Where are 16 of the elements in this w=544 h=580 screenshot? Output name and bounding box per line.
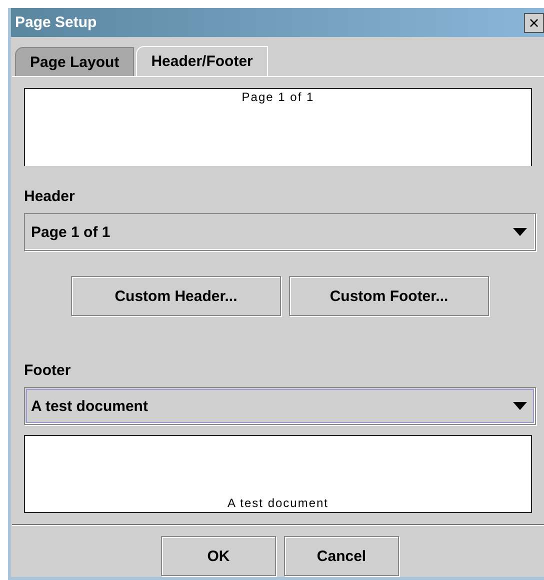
custom-button[interactable]: Custom Header... (71, 276, 281, 316)
window-title: Page Setup (15, 14, 97, 31)
dialog-button[interactable]: Cancel (284, 536, 399, 576)
custom-button[interactable]: Custom Footer... (289, 276, 489, 316)
dropdown[interactable]: Page 1 of 1 (24, 213, 536, 251)
dropdown[interactable]: A test document (24, 387, 536, 425)
tab[interactable]: Page Layout (15, 47, 134, 76)
field-label: Footer (24, 362, 72, 379)
dialog-button[interactable]: OK (161, 536, 276, 576)
caret-icon (513, 402, 527, 410)
field-label: Header (24, 188, 76, 205)
caret-icon (513, 228, 527, 236)
preview-text: A test document (227, 496, 329, 510)
tab[interactable]: Header/Footer (136, 46, 268, 76)
close-button[interactable]: × (524, 12, 544, 32)
preview-text: Page 1 of 1 (242, 90, 314, 104)
